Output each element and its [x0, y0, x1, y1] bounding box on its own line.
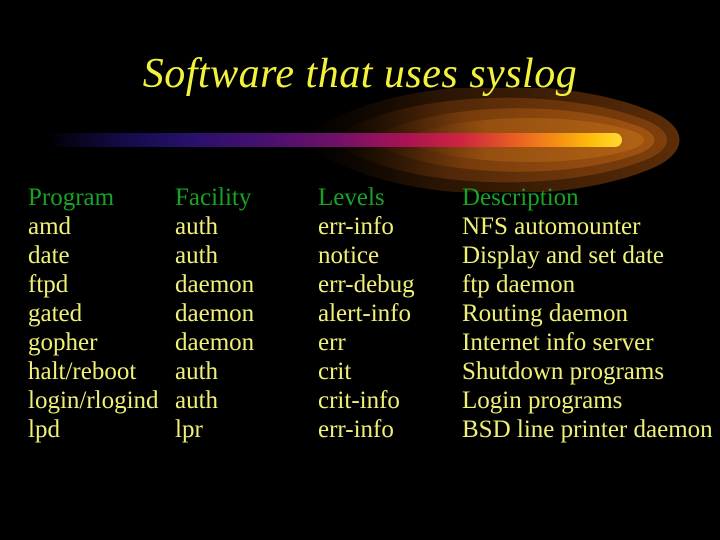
cell-facility: auth	[175, 213, 219, 240]
halo-band-outer	[300, 88, 680, 192]
cell-program: halt/reboot	[28, 358, 137, 385]
cell-program: gated	[28, 300, 83, 327]
cell-facility: auth	[175, 358, 219, 385]
table-header-row: Program Facility Levels Description	[28, 183, 720, 212]
table-row: gopher daemon err Internet info server	[28, 328, 720, 357]
halo-band-2	[330, 97, 667, 183]
table-row: amd auth err-info NFS automounter	[28, 212, 720, 241]
cell-levels: alert-info	[318, 300, 412, 327]
cell-program: gopher	[28, 329, 98, 356]
table-row: date auth notice Display and set date	[28, 241, 720, 270]
cell-levels: crit	[318, 358, 352, 385]
cell-description: Display and set date	[462, 242, 665, 269]
table-row: login/rlogind auth crit-info Login progr…	[28, 386, 720, 415]
cell-program: login/rlogind	[28, 387, 159, 414]
column-header-levels: Levels	[318, 184, 385, 211]
cell-levels: crit-info	[318, 387, 400, 414]
slide-canvas: Software that uses syslog Program Facili…	[0, 0, 720, 540]
table-row: halt/reboot auth crit Shutdown programs	[28, 357, 720, 386]
cell-facility: auth	[175, 242, 219, 269]
table-row: lpd lpr err-info BSD line printer daemon	[28, 415, 720, 444]
halo-band-3	[368, 108, 655, 172]
gradient-core-bar	[48, 133, 622, 147]
cell-description: Login programs	[462, 387, 623, 414]
cell-levels: err	[318, 329, 346, 356]
cell-description: Internet info server	[462, 329, 654, 356]
column-header-facility: Facility	[175, 184, 252, 211]
table-row: gated daemon alert-info Routing daemon	[28, 299, 720, 328]
cell-description: BSD line printer daemon	[462, 416, 713, 443]
cell-description: Shutdown programs	[462, 358, 665, 385]
cell-program: lpd	[28, 416, 60, 443]
cell-facility: auth	[175, 387, 219, 414]
syslog-software-table: Program Facility Levels Description amd …	[28, 183, 720, 444]
cell-description: ftp daemon	[462, 271, 576, 298]
cell-facility: daemon	[175, 329, 255, 356]
cell-levels: err-debug	[318, 271, 415, 298]
cell-program: amd	[28, 213, 72, 240]
column-header-program: Program	[28, 184, 115, 211]
cell-facility: daemon	[175, 300, 255, 327]
cell-facility: lpr	[175, 416, 203, 443]
page-title: Software that uses syslog	[142, 51, 578, 97]
cell-facility: daemon	[175, 271, 255, 298]
cell-description: NFS automounter	[462, 213, 641, 240]
cell-levels: notice	[318, 242, 380, 269]
table-row: ftpd daemon err-debug ftp daemon	[28, 270, 720, 299]
cell-program: ftpd	[28, 271, 69, 298]
cell-program: date	[28, 242, 70, 269]
halo-band-4	[400, 118, 644, 162]
cell-levels: err-info	[318, 213, 394, 240]
column-header-description: Description	[462, 184, 579, 211]
cell-levels: err-info	[318, 416, 394, 443]
cell-description: Routing daemon	[462, 300, 628, 327]
comet-gradient-decoration	[0, 88, 720, 192]
